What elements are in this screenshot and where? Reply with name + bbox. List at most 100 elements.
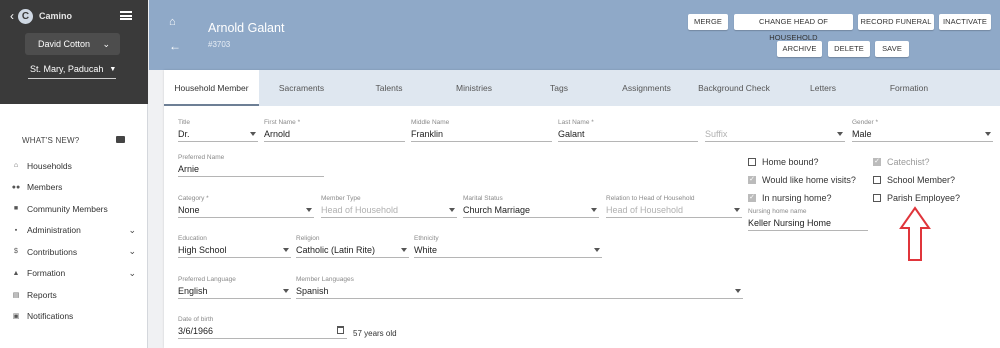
whats-new-link[interactable]: WHAT'S NEW? <box>22 136 79 145</box>
sidebar-item-contributions[interactable]: $ Contributions ⌄ <box>0 241 148 263</box>
middle-name-field[interactable]: Middle Name Franklin <box>411 119 552 142</box>
preferred-language-select[interactable]: Preferred Language English <box>178 276 291 299</box>
religion-value: Catholic (Latin Rite) <box>296 244 409 258</box>
inactivate-button[interactable]: INACTIVATE <box>939 14 991 30</box>
page-title: Arnold Galant <box>208 21 285 35</box>
hamburger-menu-icon[interactable] <box>120 11 132 20</box>
delete-button[interactable]: DELETE <box>828 41 870 57</box>
marital-status-select[interactable]: Marital Status Church Marriage <box>463 195 599 218</box>
checkbox-box[interactable] <box>873 194 881 202</box>
member-type-value: Head of Household <box>321 204 457 218</box>
nursing-home-checkbox[interactable]: ✓ In nursing home? <box>748 193 832 203</box>
sidebar-item-formation[interactable]: ▲ Formation ⌄ <box>0 263 148 285</box>
sidebar-item-reports[interactable]: ▤ Reports <box>0 284 148 306</box>
change-head-button[interactable]: CHANGE HEAD OF HOUSEHOLD <box>734 14 853 42</box>
checkbox-box[interactable]: ✓ <box>748 176 756 184</box>
chevron-down-icon: ⌄ <box>128 246 136 256</box>
tab-background-check[interactable]: Background Check <box>694 70 774 106</box>
checkbox-box[interactable] <box>873 176 881 184</box>
tab-tags[interactable]: Tags <box>529 70 589 106</box>
calendar-icon[interactable] <box>337 326 344 334</box>
preferred-name-value: Arnie <box>178 163 324 177</box>
tab-letters[interactable]: Letters <box>794 70 852 106</box>
last-name-value: Galant <box>558 128 698 142</box>
back-chevron-icon[interactable]: ‹ <box>10 8 14 24</box>
home-visits-checkbox[interactable]: ✓ Would like home visits? <box>748 175 856 185</box>
ethnicity-label: Ethnicity <box>414 235 439 242</box>
parish-selector[interactable]: St. Mary, Paducah ▼ <box>30 64 116 74</box>
sidebar-nav: ⌂ Households ●● Members ■ Community Memb… <box>0 155 148 327</box>
sidebar-item-label: Notifications <box>27 311 74 322</box>
caret-down-icon <box>401 248 407 252</box>
category-value: None <box>178 204 314 218</box>
caret-down-icon <box>735 289 741 293</box>
bell-icon: ▣ <box>12 313 20 321</box>
checkbox-label: Would like home visits? <box>762 175 856 185</box>
school-member-checkbox[interactable]: School Member? <box>873 175 955 185</box>
last-name-label: Last Name * <box>558 119 594 126</box>
news-icon[interactable] <box>116 136 125 143</box>
religion-select[interactable]: Religion Catholic (Latin Rite) <box>296 235 409 258</box>
first-name-label: First Name * <box>264 119 301 126</box>
date-of-birth-field[interactable]: Date of birth 3/6/1966 <box>178 316 347 339</box>
graduation-cap-icon: ▲ <box>12 269 20 277</box>
tab-talents[interactable]: Talents <box>354 70 424 106</box>
chevron-down-icon: ⌄ <box>128 224 136 235</box>
preferred-name-field[interactable]: Preferred Name Arnie <box>178 154 324 177</box>
tab-ministries[interactable]: Ministries <box>439 70 509 106</box>
caret-down-icon <box>283 289 289 293</box>
parish-employee-checkbox[interactable]: Parish Employee? <box>873 193 960 203</box>
religion-label: Religion <box>296 235 320 242</box>
suffix-select[interactable]: Suffix <box>705 119 845 142</box>
home-icon: ⌂ <box>13 162 19 170</box>
annotation-arrow-icon <box>899 206 931 261</box>
dollar-icon: $ <box>14 248 18 256</box>
sidebar-item-members[interactable]: ●● Members <box>0 177 148 199</box>
gender-select[interactable]: Gender * Male <box>852 119 993 142</box>
user-selector[interactable]: David Cotton ⌄ <box>25 33 120 55</box>
ethnicity-select[interactable]: Ethnicity White <box>414 235 602 258</box>
sidebar-item-notifications[interactable]: ▣ Notifications <box>0 306 148 328</box>
caret-down-icon <box>283 248 289 252</box>
first-name-value: Arnold <box>264 128 405 142</box>
title-select[interactable]: Title Dr. <box>178 119 258 142</box>
category-select[interactable]: Category * None <box>178 195 314 218</box>
first-name-field[interactable]: First Name * Arnold <box>264 119 405 142</box>
date-of-birth-label: Date of birth <box>178 316 214 323</box>
member-languages-value: Spanish <box>296 285 743 299</box>
archive-button[interactable]: ARCHIVE <box>777 41 822 57</box>
save-button[interactable]: SAVE <box>875 41 909 57</box>
checkbox-box[interactable] <box>748 158 756 166</box>
people-icon: ●● <box>11 183 21 191</box>
sidebar-item-label: Members <box>27 182 63 193</box>
preferred-language-value: English <box>178 285 291 299</box>
member-type-select[interactable]: Member Type Head of Household <box>321 195 457 218</box>
home-bound-checkbox[interactable]: Home bound? <box>748 157 819 167</box>
tab-assignments[interactable]: Assignments <box>609 70 684 106</box>
education-select[interactable]: Education High School <box>178 235 291 258</box>
sidebar-item-label: Community Members <box>27 203 108 214</box>
record-funeral-button[interactable]: RECORD FUNERAL <box>858 14 934 30</box>
category-label: Category * <box>178 195 209 202</box>
sidebar-item-administration[interactable]: ▪ Administration ⌄ <box>0 220 148 242</box>
back-arrow-icon[interactable]: ← <box>169 39 181 53</box>
last-name-field[interactable]: Last Name * Galant <box>558 119 698 142</box>
chevron-down-icon: ⌄ <box>102 39 110 49</box>
middle-name-label: Middle Name <box>411 119 450 126</box>
checkbox-label: In nursing home? <box>762 193 832 203</box>
sidebar-item-households[interactable]: ⌂ Households <box>0 155 148 177</box>
tab-formation[interactable]: Formation <box>874 70 944 106</box>
member-languages-select[interactable]: Member Languages Spanish <box>296 276 743 299</box>
tab-sacraments[interactable]: Sacraments <box>264 70 339 106</box>
merge-button[interactable]: MERGE <box>688 14 728 30</box>
sidebar-item-label: Formation <box>27 268 66 279</box>
nursing-home-name-field[interactable]: Nursing home name Keller Nursing Home <box>748 208 868 231</box>
sidebar-item-community-members[interactable]: ■ Community Members <box>0 198 148 220</box>
ethnicity-value: White <box>414 244 602 258</box>
home-icon[interactable]: ⌂ <box>169 16 176 28</box>
relation-select[interactable]: Relation to Head of Household Head of Ho… <box>606 195 742 218</box>
checkbox-box[interactable]: ✓ <box>748 194 756 202</box>
tab-household-member[interactable]: Household Member <box>164 70 259 106</box>
sidebar: ‹ C Camino David Cotton ⌄ St. Mary, Padu… <box>0 0 148 348</box>
gender-label: Gender * <box>852 119 879 126</box>
